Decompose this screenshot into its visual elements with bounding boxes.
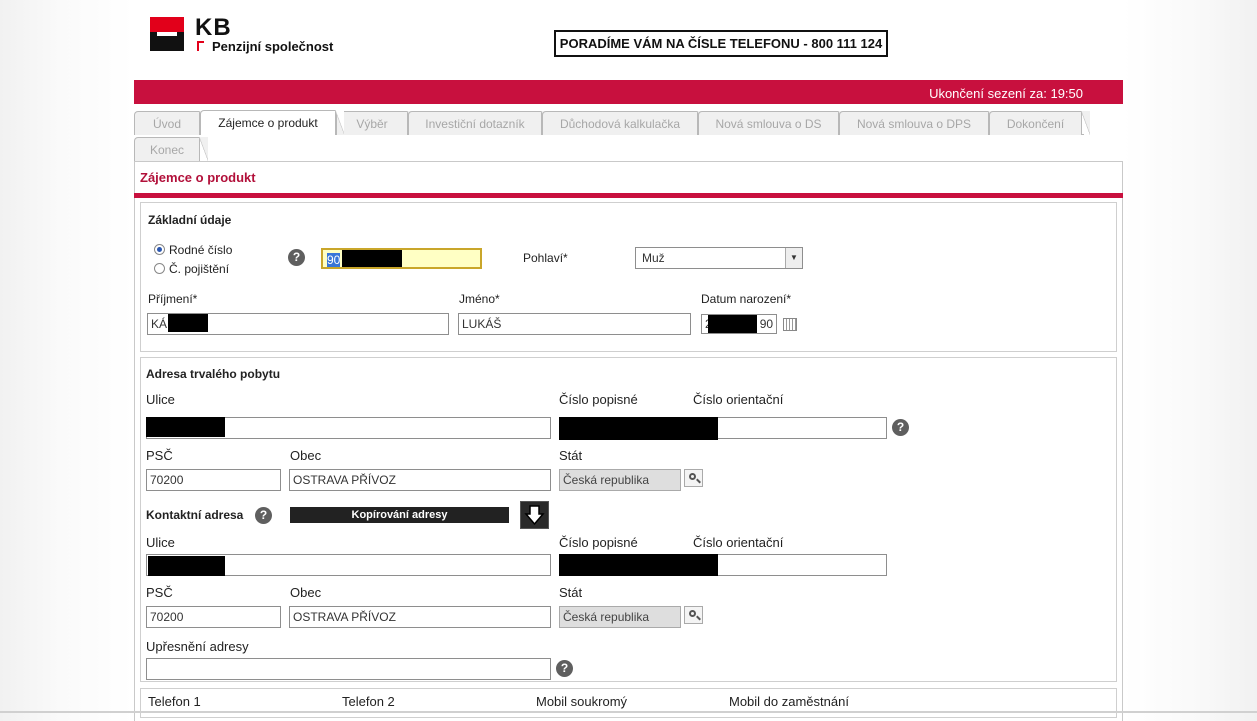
gender-select[interactable]: Muž ▼ [635, 247, 803, 269]
perm-city-value: OSTRAVA PŘÍVOZ [293, 473, 396, 487]
mobile-private-label: Mobil soukromý [536, 694, 628, 709]
basic-section-title: Základní údaje [148, 213, 232, 227]
contact-orient-label: Číslo orientační [693, 535, 784, 550]
logo-text: KB [195, 14, 232, 41]
redaction-block [559, 417, 718, 440]
contact-psc-input[interactable]: 70200 [146, 606, 281, 628]
address-detail-input[interactable] [146, 658, 551, 680]
firstname-value: LUKÁŠ [462, 317, 502, 331]
tab-zajemce[interactable]: Zájemce o produkt [200, 110, 344, 135]
logo-subtitle: Penzijní společnost [212, 39, 334, 54]
perm-address-help-icon[interactable]: ? [892, 419, 909, 436]
address-detail-help-icon[interactable]: ? [556, 660, 573, 677]
redaction-block [559, 554, 718, 576]
id-number-value: 90 [327, 253, 341, 267]
perm-house-label: Číslo popisné [559, 392, 638, 407]
dob-suffix: 90 [759, 317, 774, 331]
id-help-icon[interactable]: ? [288, 249, 305, 266]
redaction-block [168, 314, 208, 332]
contact-city-input[interactable]: OSTRAVA PŘÍVOZ [289, 606, 551, 628]
firstname-label: Jméno* [459, 292, 500, 306]
contact-city-value: OSTRAVA PŘÍVOZ [293, 610, 396, 624]
kb-logo-icon [150, 17, 184, 51]
gender-value: Muž [642, 251, 665, 265]
copy-address-button[interactable] [520, 501, 549, 529]
surname-label: Příjmení* [148, 292, 198, 306]
perm-country-value: Česká republika [563, 473, 650, 487]
contact-address-help-icon[interactable]: ? [255, 507, 272, 524]
page-title: Zájemce o produkt [140, 170, 256, 185]
perm-psc-input[interactable]: 70200 [146, 469, 281, 491]
contact-city-label: Obec [290, 585, 322, 600]
session-timer: Ukončení sezení za: 19:50 [929, 86, 1083, 101]
contact-country-label: Stát [559, 585, 583, 600]
radio-cislo-pojisteni[interactable] [154, 263, 165, 274]
tab-nova-smlouva-ds[interactable]: Nová smlouva o DS [698, 111, 847, 135]
calendar-icon[interactable] [783, 318, 797, 331]
copy-address-label[interactable]: Kopírování adresy [290, 507, 509, 523]
perm-country-label: Stát [559, 448, 583, 463]
contact-country-search-icon[interactable] [684, 606, 703, 624]
surname-value: KÁ [151, 317, 168, 331]
chevron-down-icon[interactable]: ▼ [785, 248, 802, 268]
phone2-label: Telefon 2 [342, 694, 395, 709]
address-detail-label: Upřesnění adresy [146, 639, 249, 654]
contact-street-label: Ulice [146, 535, 175, 550]
redaction-block [146, 417, 225, 437]
radio-rodne-cislo[interactable] [154, 244, 165, 255]
perm-psc-label: PSČ [146, 448, 173, 463]
redaction-block [148, 556, 225, 576]
contact-house-label: Číslo popisné [559, 535, 638, 550]
tab-vyber[interactable]: Výběr [336, 111, 416, 135]
logo-hook-icon [197, 41, 204, 51]
session-bar: Ukončení sezení za: 19:50 [134, 80, 1123, 104]
perm-country-search-icon[interactable] [684, 469, 703, 487]
arrow-down-icon [524, 505, 545, 526]
tab-nova-smlouva-dps[interactable]: Nová smlouva o DPS [839, 111, 997, 135]
contact-psc-value: 70200 [150, 610, 184, 624]
gender-label: Pohlaví* [523, 251, 568, 265]
dob-label: Datum narození* [701, 292, 792, 306]
radio-cislo-pojisteni-label: Č. pojištění [169, 262, 230, 276]
tab-uvod[interactable]: Úvod [134, 111, 208, 135]
phones-panel [140, 688, 1117, 718]
perm-country-input: Česká republika [559, 469, 681, 491]
contact-country-value: Česká republika [563, 610, 650, 624]
perm-street-label: Ulice [146, 392, 175, 407]
tab-konec[interactable]: Konec [134, 137, 208, 161]
tab-investicni-dotaznik[interactable]: Investiční dotazník [408, 111, 550, 135]
title-rule [134, 193, 1123, 198]
redaction-block [708, 315, 757, 333]
redaction-block [342, 250, 402, 267]
mobile-work-label: Mobil do zaměstnání [729, 694, 849, 709]
tab-duchodova-kalkulacka[interactable]: Důchodová kalkulačka [542, 111, 706, 135]
contact-country-input: Česká republika [559, 606, 681, 628]
phone-banner: PORADÍME VÁM NA ČÍSLE TELEFONU - 800 111… [554, 30, 888, 57]
perm-orient-label: Číslo orientační [693, 392, 784, 407]
phone1-label: Telefon 1 [148, 694, 201, 709]
perm-city-label: Obec [290, 448, 322, 463]
contact-psc-label: PSČ [146, 585, 173, 600]
tab-dokonceni[interactable]: Dokončení [989, 111, 1090, 135]
radio-rodne-cislo-label: Rodné číslo [169, 243, 233, 257]
contact-address-title: Kontaktní adresa [146, 508, 244, 522]
firstname-input[interactable]: LUKÁŠ [458, 313, 691, 335]
permanent-address-title: Adresa trvalého pobytu [146, 367, 281, 381]
perm-psc-value: 70200 [150, 473, 184, 487]
perm-city-input[interactable]: OSTRAVA PŘÍVOZ [289, 469, 551, 491]
